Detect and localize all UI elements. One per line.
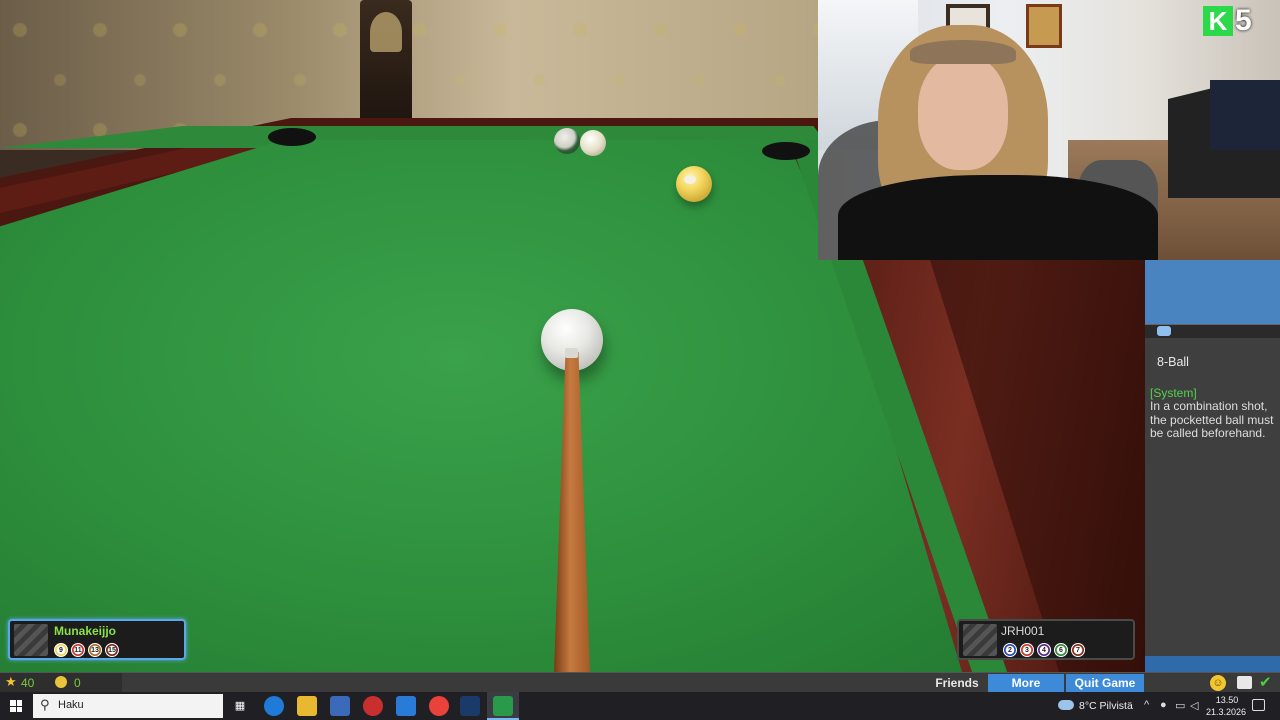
taskbar-search[interactable]: ⚲ Haku <box>33 694 223 718</box>
chat-header <box>1145 260 1280 324</box>
channel-logo-letter: K <box>1203 6 1233 36</box>
player-stats: ★ 40 0 <box>0 673 122 693</box>
player-name: Munakeijjo <box>54 624 117 638</box>
player-name: JRH001 <box>1001 624 1045 638</box>
webcam-overlay: K 5 <box>818 0 1280 260</box>
player-card-right[interactable]: JRH001 23467 <box>957 619 1135 660</box>
friends-button[interactable]: Friends <box>928 674 986 692</box>
pocket-top-left <box>268 128 316 146</box>
channel-logo-number: 5 <box>1235 4 1252 37</box>
notification-icon[interactable] <box>1252 699 1265 711</box>
start-button[interactable] <box>0 692 32 720</box>
more-button[interactable]: More <box>988 674 1064 692</box>
clock-time[interactable]: 13.50 <box>1211 695 1243 705</box>
chat-splitter-handle[interactable] <box>1157 326 1171 336</box>
coin-icon <box>55 676 67 688</box>
check-icon[interactable]: ✔ <box>1259 673 1272 691</box>
os-taskbar: ⚲ Haku ▦ 8°C Pilvistä ^ ● ▭ ◁ 13.50 21.3… <box>0 692 1280 720</box>
ball-stripe <box>580 130 606 156</box>
star-count: 40 <box>21 676 35 690</box>
chat-system-tag: [System] <box>1150 385 1197 400</box>
webcam-person-body <box>838 175 1158 260</box>
record-app-icon[interactable] <box>363 696 383 716</box>
chevron-up-icon[interactable]: ^ <box>1144 699 1149 711</box>
clock-date[interactable]: 21.3.2026 <box>1205 707 1247 717</box>
cloud-icon[interactable] <box>1058 700 1074 710</box>
ball-15-icon: 15 <box>105 643 119 657</box>
chrome-icon[interactable] <box>429 696 449 716</box>
edge-icon[interactable] <box>264 696 284 716</box>
ball-6-icon: 6 <box>1054 643 1068 657</box>
webcam-picture-frame-2 <box>1026 4 1062 48</box>
quit-game-button[interactable]: Quit Game <box>1066 674 1144 692</box>
ball-4-icon: 4 <box>1037 643 1051 657</box>
ball-9 <box>676 166 712 202</box>
chat-log[interactable]: 8-Ball [System] In a combination shot, t… <box>1145 338 1280 656</box>
channel-logo: K 5 <box>1203 4 1275 38</box>
cue-tip <box>565 348 578 358</box>
chat-room-title: 8-Ball <box>1157 355 1189 369</box>
player-ball-list: 9 11 13 15 <box>54 643 119 657</box>
search-placeholder: Haku <box>58 699 84 711</box>
ball-11 <box>554 128 580 154</box>
speaker-icon[interactable]: ◁ <box>1190 699 1198 712</box>
grandfather-clock <box>360 0 412 125</box>
ball-3-icon: 3 <box>1020 643 1034 657</box>
ball-2-icon: 2 <box>1003 643 1017 657</box>
ball-13-icon: 13 <box>88 643 102 657</box>
microphone-icon[interactable]: ● <box>1160 699 1167 711</box>
player-card-left[interactable]: Munakeijjo 9 11 13 15 <box>8 619 186 660</box>
mail-icon[interactable] <box>396 696 416 716</box>
chat-input-bar[interactable] <box>1145 656 1280 672</box>
network-icon[interactable]: ▭ <box>1175 699 1185 712</box>
avatar <box>14 624 48 656</box>
star-icon: ★ <box>5 674 17 689</box>
chat-icon[interactable] <box>1237 676 1252 689</box>
pocket-top-right <box>762 142 810 160</box>
player-ball-list: 23467 <box>1003 643 1085 657</box>
screen: K 5 8-Ball [System] In a combination sho… <box>0 0 1280 720</box>
coin-count: 0 <box>74 676 81 690</box>
store-icon[interactable] <box>330 696 350 716</box>
ball-11-icon: 11 <box>71 643 85 657</box>
windows-icon <box>10 700 22 712</box>
webcam-person-headband <box>910 40 1016 64</box>
chat-message: In a combination shot, the pocketted bal… <box>1150 399 1274 440</box>
chat-panel: 8-Ball [System] In a combination shot, t… <box>1145 260 1280 672</box>
search-icon: ⚲ <box>40 697 50 712</box>
pool-game-icon[interactable] <box>493 696 513 716</box>
ball-9-icon: 9 <box>54 643 68 657</box>
file-explorer-icon[interactable] <box>297 696 317 716</box>
weather-text[interactable]: 8°C Pilvistä <box>1079 700 1133 712</box>
game-bottom-bar: ★ 40 0 Friends More Quit Game ☺ ✔ <box>0 672 1280 693</box>
webcam-person-face <box>918 55 1008 170</box>
steam-icon[interactable] <box>460 696 480 716</box>
ball-7-icon: 7 <box>1071 643 1085 657</box>
avatar <box>963 624 997 656</box>
task-view-icon[interactable]: ▦ <box>230 696 250 716</box>
webcam-tv <box>1210 80 1280 150</box>
clock-face <box>370 12 402 52</box>
emoji-icon[interactable]: ☺ <box>1210 675 1226 691</box>
